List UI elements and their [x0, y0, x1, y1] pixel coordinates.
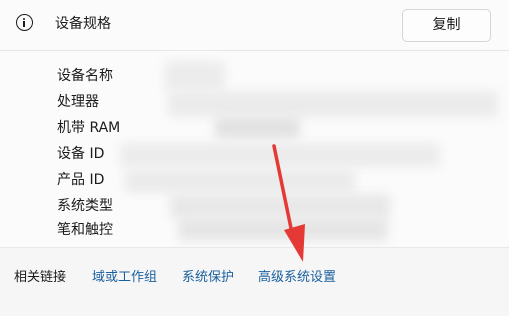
redacted-value-pen-touch	[178, 217, 388, 241]
spec-label-ram: 机带 RAM	[57, 120, 121, 136]
spec-label-system-type: 系统类型	[57, 198, 113, 214]
spec-label-device-id: 设备 ID	[57, 146, 105, 162]
section-title: 设备规格	[55, 16, 111, 32]
related-links-label: 相关链接	[14, 270, 67, 285]
device-specs-header[interactable]: 设备规格 复制	[0, 0, 509, 51]
spec-label-processor: 处理器	[57, 94, 99, 110]
copy-button[interactable]: 复制	[402, 9, 491, 42]
redacted-value-processor	[168, 91, 498, 117]
spec-label-pen-touch: 笔和触控	[57, 222, 113, 238]
link-system-protection[interactable]: 系统保护	[182, 268, 234, 288]
spec-label-product-id: 产品 ID	[57, 172, 105, 188]
redacted-value-device-name	[165, 61, 225, 91]
spec-label-device-name: 设备名称	[57, 68, 113, 84]
link-advanced-system-settings[interactable]: 高级系统设置	[258, 268, 336, 288]
related-links-bar: 相关链接 域或工作组 系统保护 高级系统设置	[0, 248, 509, 316]
redacted-value-ram	[215, 117, 300, 139]
link-domain-workgroup[interactable]: 域或工作组	[92, 268, 157, 288]
device-specs-content: 设备名称 处理器 机带 RAM 设备 ID 产品 ID 系统类型 笔和触控	[0, 51, 509, 247]
info-icon	[16, 14, 33, 31]
redacted-value-device-id	[120, 143, 440, 167]
redacted-value-system-type	[170, 194, 390, 218]
redacted-value-product-id	[125, 169, 355, 193]
